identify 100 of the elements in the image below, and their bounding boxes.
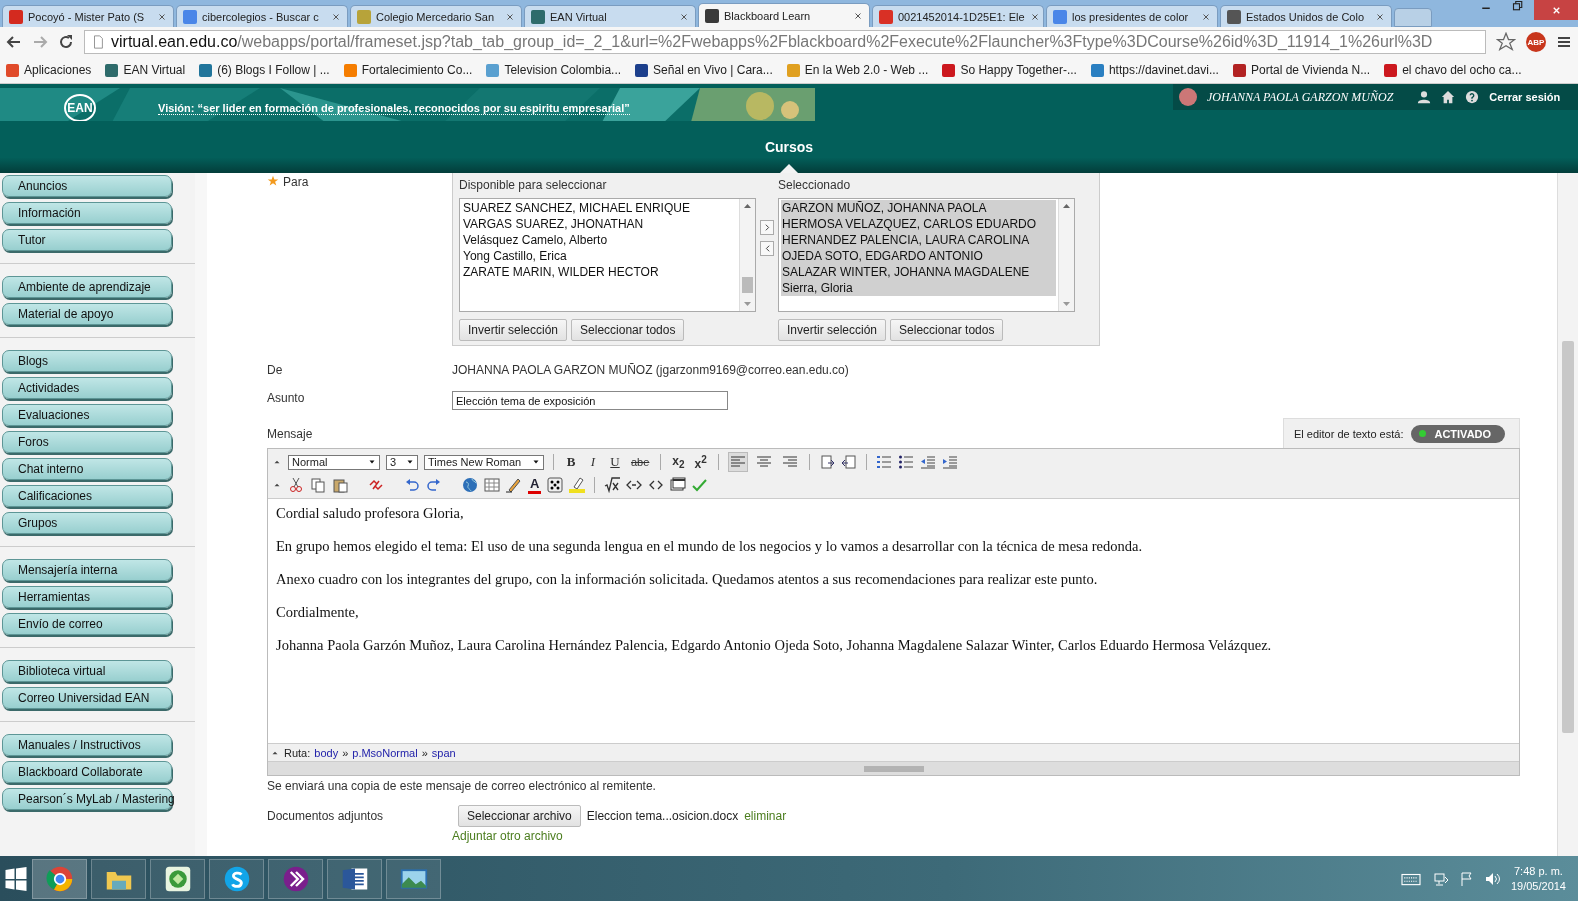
- document-icon[interactable]: [840, 454, 857, 470]
- browser-tab[interactable]: Colegio Mercedario San: [350, 5, 522, 27]
- copy-icon[interactable]: [310, 477, 326, 493]
- list-button[interactable]: Seleccionar todos: [571, 319, 685, 341]
- spellcheck-icon[interactable]: [692, 477, 709, 493]
- remove-link[interactable]: eliminar: [744, 809, 787, 823]
- outdent-icon[interactable]: [919, 454, 936, 470]
- close-icon[interactable]: [157, 11, 167, 22]
- bookmark[interactable]: Fortalecimiento Co...: [343, 63, 473, 77]
- bookmark[interactable]: En la Web 2.0 - Web ...: [786, 63, 929, 77]
- browser-tab[interactable]: Pocoyó - Mister Pato (S: [2, 5, 174, 27]
- unlink-icon[interactable]: [368, 477, 384, 493]
- taskbar-app[interactable]: [327, 859, 382, 899]
- list-item[interactable]: VARGAS SUAREZ, JHONATHAN: [462, 216, 737, 232]
- choose-file-button[interactable]: Seleccionar archivo: [458, 805, 581, 827]
- list-item[interactable]: ZARATE MARIN, WILDER HECTOR: [462, 264, 737, 280]
- format-button[interactable]: B: [563, 454, 579, 470]
- remove-button[interactable]: [760, 241, 774, 256]
- numbered-list-icon[interactable]: [875, 454, 892, 470]
- sidebar-item[interactable]: Blackboard Collaborate: [2, 761, 172, 783]
- star-icon[interactable]: [1496, 32, 1516, 52]
- speaker-icon[interactable]: [1484, 871, 1501, 887]
- sidebar-item[interactable]: Foros: [2, 431, 172, 453]
- sidebar-item[interactable]: Manuales / Instructivos: [2, 734, 172, 756]
- align-button[interactable]: [727, 452, 748, 472]
- cut-icon[interactable]: [288, 477, 304, 493]
- pencil-icon[interactable]: [506, 477, 522, 493]
- sidebar-item[interactable]: Herramientas: [2, 586, 172, 608]
- help-icon[interactable]: [1465, 90, 1480, 104]
- scrollbar[interactable]: [1557, 173, 1578, 856]
- toolbar-dropdown[interactable]: Times New Roman: [424, 454, 544, 470]
- list-item[interactable]: Velásquez Camelo, Alberto: [462, 232, 737, 248]
- list-item[interactable]: SUAREZ SANCHEZ, MICHAEL ENRIQUE: [462, 200, 737, 216]
- sidebar-item[interactable]: Biblioteca virtual: [2, 660, 172, 682]
- browser-tab[interactable]: los presidentes de color: [1046, 5, 1218, 27]
- bookmark[interactable]: So Happy Together-...: [942, 63, 1077, 77]
- taskbar-app[interactable]: [386, 859, 441, 899]
- table-icon[interactable]: [484, 477, 500, 493]
- sidebar-item[interactable]: Pearson´s MyLab / Mastering: [2, 788, 172, 810]
- bookmark[interactable]: Television Colombia...: [486, 63, 622, 77]
- editor-toggle[interactable]: ACTIVADO: [1411, 424, 1506, 443]
- square-root-icon[interactable]: [604, 477, 621, 493]
- list-button[interactable]: Invertir selección: [778, 319, 887, 341]
- list-box[interactable]: GARZON MUÑOZ, JOHANNA PAOLA HERMOSA VELAZQUEZ, CARLOS EDUARDO HERNANDEZ PALENCIA, LAURA CAROLINA OJEDA SOTO, EDGARDO ANTONIO SALAZAR WINTER, JOHANNA MAGDALENE Sierra, Gloria: [778, 198, 1075, 312]
- sidebar-item[interactable]: Evaluaciones: [2, 404, 172, 426]
- path-link[interactable]: body: [314, 746, 339, 759]
- taskbar-app[interactable]: [32, 859, 87, 899]
- back-icon[interactable]: [6, 34, 22, 50]
- window-icon[interactable]: [670, 477, 687, 493]
- format-button[interactable]: U: [607, 454, 623, 470]
- home-icon[interactable]: [1441, 90, 1456, 104]
- list-item[interactable]: HERNANDEZ PALENCIA, LAURA CAROLINA: [781, 232, 1056, 248]
- font-color-button[interactable]: A: [528, 476, 542, 494]
- taskbar-app[interactable]: [150, 859, 205, 899]
- list-button[interactable]: Seleccionar todos: [890, 319, 1004, 341]
- logout-link[interactable]: Cerrar sesión: [1489, 91, 1561, 103]
- path-link[interactable]: span: [431, 746, 456, 759]
- close-icon[interactable]: [1375, 11, 1385, 22]
- redo-icon[interactable]: [426, 477, 442, 493]
- flag-icon[interactable]: [1458, 871, 1475, 887]
- special-character-icon[interactable]: [547, 477, 564, 493]
- scrollbar[interactable]: [1058, 199, 1074, 311]
- indent-icon[interactable]: [941, 454, 958, 470]
- document-icon[interactable]: [818, 454, 835, 470]
- user-icon[interactable]: [1417, 90, 1432, 104]
- sidebar-item[interactable]: Tutor: [2, 229, 172, 251]
- extension-button[interactable]: ABP: [1526, 32, 1546, 52]
- format-button[interactable]: abe: [629, 456, 652, 468]
- sidebar-item[interactable]: Envío de correo: [2, 613, 172, 635]
- close-icon[interactable]: [679, 11, 689, 22]
- taskbar-app[interactable]: [91, 859, 146, 899]
- sidebar-item[interactable]: Anuncios: [2, 175, 172, 197]
- address-bar[interactable]: virtual.ean.edu.co/webapps/portal/frameset.jsp?tab_tab_group_id=_2_1&url=%2Fwebapps%2Fblackboard%2Fexecute%2Flauncher%3Ftype%3DCourse%26id%3D_11914_1%26url%3D: [84, 30, 1486, 54]
- restore-icon[interactable]: [1512, 0, 1524, 12]
- highlighter-icon[interactable]: [569, 477, 586, 493]
- scrollbar[interactable]: [739, 199, 755, 311]
- browser-tab[interactable]: Blackboard Learn: [698, 3, 870, 27]
- add-button[interactable]: [760, 220, 774, 235]
- format-button[interactable]: x$_{2}$: [670, 453, 687, 471]
- sidebar-item[interactable]: Grupos: [2, 512, 172, 534]
- sidebar-item[interactable]: Actividades: [2, 377, 172, 399]
- bookmark[interactable]: el chavo del ocho ca...: [1384, 63, 1522, 77]
- sidebar-item[interactable]: Material de apoyo: [2, 303, 172, 325]
- bullet-list-icon[interactable]: [897, 454, 914, 470]
- resize-handle[interactable]: [268, 761, 1519, 775]
- close-icon[interactable]: [505, 11, 515, 22]
- close-icon[interactable]: [331, 11, 341, 22]
- sidebar-item[interactable]: Correo Universidad EAN: [2, 687, 172, 709]
- list-button[interactable]: Invertir selección: [459, 319, 568, 341]
- browser-tab[interactable]: 0021452014-1D25E1: Ele: [872, 5, 1044, 27]
- path-link[interactable]: p.MsoNormal: [352, 746, 418, 759]
- close-icon[interactable]: [853, 10, 863, 21]
- subject-field[interactable]: Elección tema de exposición: [452, 391, 728, 410]
- bookmark[interactable]: Señal en Vivo | Cara...: [635, 63, 773, 77]
- close-icon[interactable]: [1029, 11, 1040, 22]
- toolbar-dropdown[interactable]: Normal: [288, 454, 380, 470]
- sidebar-item[interactable]: Ambiente de aprendizaje: [2, 276, 172, 298]
- close-icon[interactable]: [1201, 11, 1211, 22]
- browser-tab[interactable]: EAN Virtual: [524, 5, 696, 27]
- sidebar-item[interactable]: Mensajería interna: [2, 559, 172, 581]
